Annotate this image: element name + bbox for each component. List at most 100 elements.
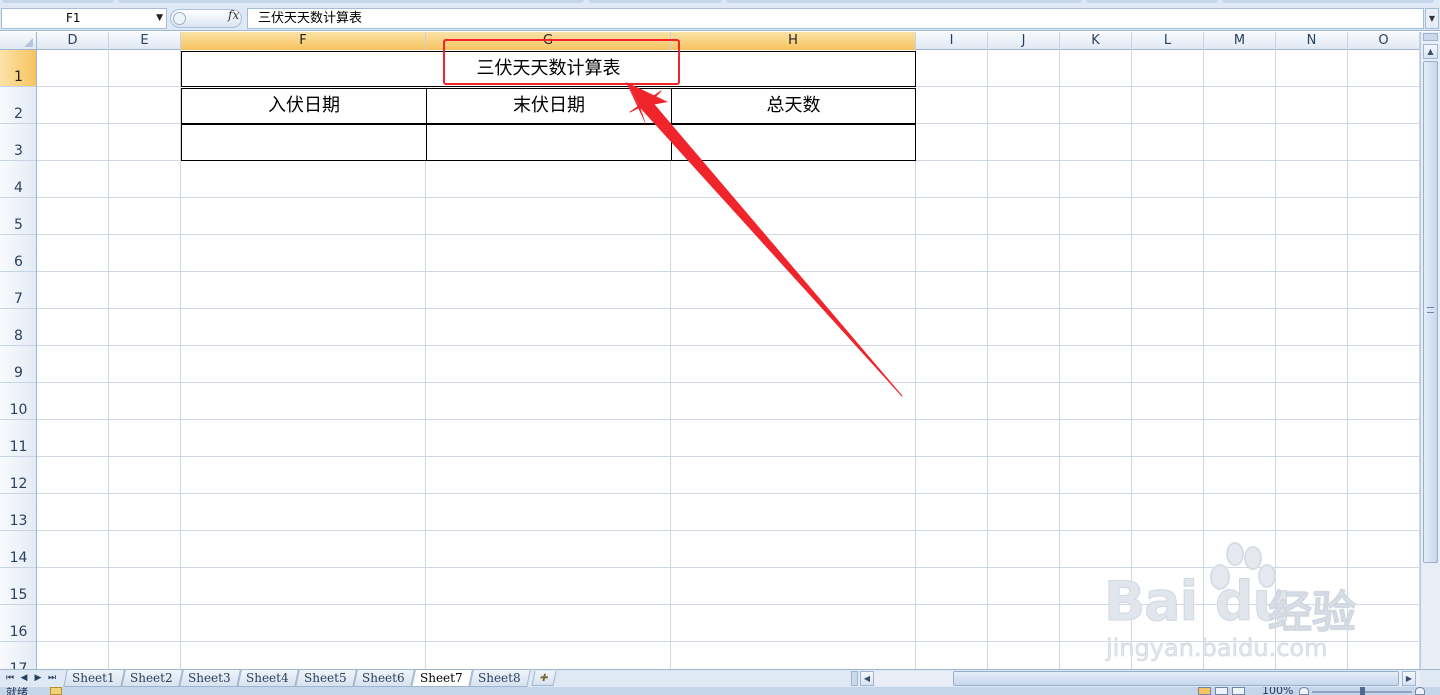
sheet-tab-sheet2[interactable]: Sheet2 <box>121 670 183 687</box>
row-header-8[interactable]: 8 <box>0 309 36 346</box>
grip-icon <box>1427 307 1434 313</box>
tab-split-handle[interactable] <box>851 671 858 686</box>
scroll-thumb[interactable] <box>1423 61 1438 563</box>
column-header-j[interactable]: J <box>988 32 1060 50</box>
watermark-cn: 经验 <box>1268 587 1357 639</box>
zoom-out-icon[interactable] <box>1299 687 1309 695</box>
row-header-5[interactable]: 5 <box>0 198 36 235</box>
row-header-9[interactable]: 9 <box>0 346 36 383</box>
prev-sheet-icon[interactable]: ◀ <box>17 671 31 686</box>
row-header-1[interactable]: 1 <box>0 50 36 87</box>
sheet-tab-label: Sheet2 <box>130 671 173 685</box>
excel-window: F1 ▼ fx 三伏天天数计算表 ▼ DEFGHIJKLMNO 12345678… <box>0 0 1440 695</box>
data-cell-g3[interactable] <box>426 124 672 161</box>
sheet-tab-sheet3[interactable]: Sheet3 <box>179 670 241 687</box>
ribbon-edge <box>588 0 722 3</box>
row-header-10[interactable]: 10 <box>0 383 36 420</box>
formula-bar: F1 ▼ fx 三伏天天数计算表 ▼ <box>0 0 1440 31</box>
sheet-tab-sheet8[interactable]: Sheet8 <box>469 670 531 687</box>
grid-column-line <box>987 50 988 669</box>
row-header-14[interactable]: 14 <box>0 531 36 568</box>
header-cell-total-days[interactable]: 总天数 <box>671 88 916 124</box>
ribbon-edge <box>1222 0 1434 3</box>
last-sheet-icon[interactable]: ⏭ <box>45 671 59 686</box>
sheet-tab-sheet7[interactable]: Sheet7 <box>411 670 473 687</box>
scroll-left-icon[interactable]: ◀ <box>860 671 874 686</box>
row-header-12[interactable]: 12 <box>0 457 36 494</box>
header-cell-start-date[interactable]: 入伏日期 <box>181 88 427 124</box>
chevron-down-icon[interactable]: ▼ <box>156 9 163 28</box>
sheet-tab-label: Sheet1 <box>72 671 115 685</box>
column-header-l[interactable]: L <box>1132 32 1204 50</box>
sheet-tab-label: Sheet4 <box>246 671 289 685</box>
row-header-4[interactable]: 4 <box>0 161 36 198</box>
ribbon-edge <box>2 0 114 3</box>
split-handle[interactable] <box>1423 33 1438 41</box>
macro-record-icon[interactable] <box>50 687 62 695</box>
data-cell-f3[interactable] <box>181 124 427 161</box>
sheet-tab-sheet4[interactable]: Sheet4 <box>237 670 299 687</box>
page-break-view-icon[interactable] <box>1232 687 1245 695</box>
column-header-h[interactable]: H <box>671 32 916 50</box>
ribbon-edge <box>726 0 1082 3</box>
scroll-right-icon[interactable]: ▶ <box>1402 671 1416 686</box>
scroll-up-icon[interactable]: ▲ <box>1423 44 1438 59</box>
zoom-slider-handle[interactable] <box>1360 687 1365 695</box>
row-headers: 1 2 3 4 5 6 7 8 9 10 11 12 13 14 15 16 17 <box>0 50 37 669</box>
zoom-in-icon[interactable] <box>1415 687 1425 695</box>
column-header-k[interactable]: K <box>1060 32 1132 50</box>
row-header-16[interactable]: 16 <box>0 605 36 642</box>
sheet-tab-sheet5[interactable]: Sheet5 <box>295 670 357 687</box>
paw-toe <box>1226 542 1244 566</box>
resize-dot-icon <box>173 12 186 25</box>
horizontal-scrollbar[interactable]: ◀ ▶ <box>860 671 1420 686</box>
watermark-logo: Bai du <box>1103 570 1291 634</box>
name-box-value: F1 <box>66 11 81 25</box>
row-header-11[interactable]: 11 <box>0 420 36 457</box>
vertical-scrollbar[interactable]: ▲ <box>1420 32 1440 669</box>
column-header-f[interactable]: F <box>181 32 426 50</box>
first-sheet-icon[interactable]: ⏮ <box>3 671 17 686</box>
sheet-tab-label: Sheet8 <box>478 671 521 685</box>
column-header-i[interactable]: I <box>916 32 988 50</box>
grid-column-line <box>108 50 109 669</box>
column-header-o[interactable]: O <box>1348 32 1420 50</box>
column-header-d[interactable]: D <box>37 32 109 50</box>
column-header-n[interactable]: N <box>1276 32 1348 50</box>
header-cell-end-date[interactable]: 末伏日期 <box>426 88 672 124</box>
status-ready: 就绪 <box>6 687 28 695</box>
function-icon[interactable]: fx <box>228 8 239 22</box>
name-box[interactable]: F1 ▼ <box>1 8 167 29</box>
data-cell-h3[interactable] <box>671 124 916 161</box>
paw-toe <box>1244 546 1262 570</box>
page-layout-view-icon[interactable] <box>1215 687 1228 695</box>
row-header-6[interactable]: 6 <box>0 235 36 272</box>
sheet-tab-label: Sheet7 <box>420 671 463 685</box>
row-header-2[interactable]: 2 <box>0 87 36 124</box>
ribbon-edge <box>118 0 584 3</box>
normal-view-icon[interactable] <box>1198 687 1211 695</box>
ribbon-edge <box>1086 0 1218 3</box>
column-header-m[interactable]: M <box>1204 32 1276 50</box>
row-header-17[interactable]: 17 <box>0 642 36 669</box>
row-header-13[interactable]: 13 <box>0 494 36 531</box>
select-all-icon <box>24 38 33 47</box>
zoom-level[interactable]: 100% <box>1262 687 1293 695</box>
expand-formula-bar-button[interactable]: ▼ <box>1425 8 1439 29</box>
column-headers: DEFGHIJKLMNO <box>0 32 1420 50</box>
insert-sheet-icon[interactable]: ✚ <box>531 671 557 686</box>
row-header-3[interactable]: 3 <box>0 124 36 161</box>
select-all-button[interactable] <box>0 32 37 50</box>
sheet-tab-label: Sheet3 <box>188 671 231 685</box>
sheet-tab-sheet6[interactable]: Sheet6 <box>353 670 415 687</box>
scroll-thumb[interactable] <box>953 671 1399 686</box>
sheet-tabs-bar: ⏮ ◀ ▶ ⏭ Sheet1 Sheet2 Sheet3 Sheet4 Sheet5 Sh… <box>0 669 1440 687</box>
sheet-tab-label: Sheet6 <box>362 671 405 685</box>
row-header-7[interactable]: 7 <box>0 272 36 309</box>
column-header-e[interactable]: E <box>109 32 181 50</box>
sheet-tab-sheet1[interactable]: Sheet1 <box>63 670 125 687</box>
formula-input[interactable]: 三伏天天数计算表 <box>247 8 1424 29</box>
row-header-15[interactable]: 15 <box>0 568 36 605</box>
sheet-tab-label: Sheet5 <box>304 671 347 685</box>
next-sheet-icon[interactable]: ▶ <box>31 671 45 686</box>
